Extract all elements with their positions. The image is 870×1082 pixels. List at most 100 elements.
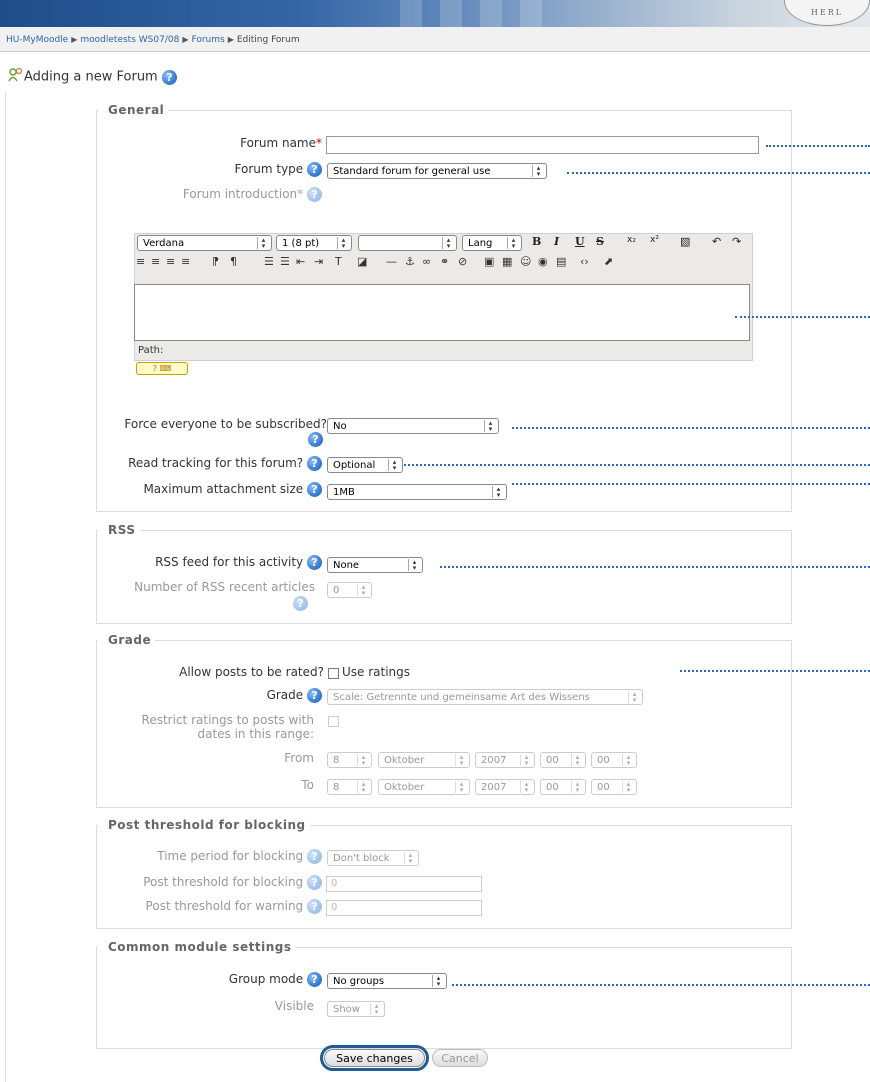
- legend-rss: RSS: [98, 523, 140, 537]
- editor-tool-icon[interactable]: ☰: [280, 255, 290, 268]
- to-minute-select[interactable]: 00 ▴ ▾: [591, 779, 637, 795]
- help-icon[interactable]: ?: [307, 849, 322, 864]
- editor-style-select[interactable]: ▴ ▾: [358, 235, 457, 251]
- warning-threshold-input[interactable]: 0: [326, 900, 482, 916]
- legend-common: Common module settings: [98, 940, 296, 954]
- help-icon[interactable]: ?: [307, 899, 322, 914]
- underline-button[interactable]: U: [575, 235, 585, 248]
- editor-tool-icon[interactable]: ⬈: [604, 255, 613, 268]
- help-icon[interactable]: ?: [307, 162, 322, 177]
- editor-tool-icon[interactable]: ≡: [136, 255, 145, 268]
- from-year-select[interactable]: 2007 ▴ ▾: [475, 752, 535, 768]
- redo-icon[interactable]: ↷: [732, 235, 741, 248]
- editor-tool-icon[interactable]: ▣: [484, 255, 494, 268]
- subscript-button[interactable]: x₂: [627, 235, 636, 245]
- help-icon[interactable]: ?: [307, 482, 322, 497]
- editor-tool-icon[interactable]: ☺: [520, 255, 531, 268]
- from-hour-select[interactable]: 00 ▴ ▾: [540, 752, 586, 768]
- italic-button[interactable]: I: [554, 235, 559, 248]
- max-attachment-label: Maximum attachment size ?: [143, 482, 322, 497]
- editor-tool-icon[interactable]: ⊘: [458, 255, 467, 268]
- save-changes-button[interactable]: Save changes: [320, 1045, 429, 1071]
- editor-tool-icon[interactable]: ▦: [502, 255, 512, 268]
- editor-tool-icon[interactable]: ⚓: [405, 255, 415, 268]
- forum-name-input[interactable]: [326, 136, 759, 154]
- editor-tool-icon[interactable]: ≡: [151, 255, 160, 268]
- breadcrumb-current: Editing Forum: [236, 35, 300, 45]
- to-year-select[interactable]: 2007 ▴ ▾: [475, 779, 535, 795]
- to-hour-select[interactable]: 00 ▴ ▾: [540, 779, 586, 795]
- visible-label: Visible: [274, 999, 314, 1013]
- to-label: To: [301, 778, 314, 792]
- editor-tool-icon[interactable]: ∞: [422, 255, 431, 268]
- help-icon[interactable]: ?: [308, 432, 323, 447]
- editor-lang-select[interactable]: Lang ▴ ▾: [462, 235, 522, 251]
- editor-size-select[interactable]: 1 (8 pt) ▴ ▾: [276, 235, 352, 251]
- editor-tool-icon[interactable]: ◪: [357, 255, 367, 268]
- cancel-button[interactable]: Cancel: [432, 1049, 488, 1067]
- warning-threshold-label: Post threshold for warning ?: [146, 899, 322, 914]
- from-label: From: [284, 751, 314, 765]
- editor-tool-icon[interactable]: ⇤: [296, 255, 305, 268]
- editor-tool-icon[interactable]: ¶: [230, 255, 237, 268]
- clean-word-icon[interactable]: ▧: [680, 235, 690, 248]
- editor-content-area[interactable]: [134, 284, 750, 341]
- annotation-leader: [567, 172, 870, 174]
- to-month-select[interactable]: Oktober ▴ ▾: [378, 779, 470, 795]
- bold-button[interactable]: B: [532, 235, 541, 248]
- breadcrumb-course-link[interactable]: moodletests WS07/08: [80, 35, 179, 45]
- banner-decoration: [400, 0, 422, 27]
- blocking-threshold-input[interactable]: 0: [326, 876, 482, 892]
- editor-tool-icon[interactable]: ≡: [166, 255, 175, 268]
- blocking-period-select[interactable]: Don't block ▴ ▾: [327, 850, 419, 866]
- editor-tool-icon[interactable]: ◉: [538, 255, 548, 268]
- legend-general: General: [98, 103, 169, 117]
- use-ratings-checkbox[interactable]: [328, 668, 339, 679]
- to-day-select[interactable]: 8 ▴ ▾: [327, 779, 372, 795]
- editor-tool-icon[interactable]: ⁋: [212, 255, 219, 268]
- from-minute-select[interactable]: 00 ▴ ▾: [591, 752, 637, 768]
- read-tracking-select[interactable]: Optional ▴ ▾: [327, 457, 403, 473]
- help-icon[interactable]: ?: [307, 972, 322, 987]
- strikethrough-button[interactable]: S: [596, 235, 604, 248]
- editor-tool-icon[interactable]: ⚭: [440, 255, 449, 268]
- restrict-ratings-checkbox[interactable]: [328, 716, 339, 727]
- breadcrumb-home-link[interactable]: HU-MyMoodle: [6, 35, 68, 45]
- undo-icon[interactable]: ↶: [712, 235, 721, 248]
- editor-tool-icon[interactable]: ≡: [181, 255, 190, 268]
- superscript-button[interactable]: x²: [650, 235, 659, 245]
- forum-type-select[interactable]: Standard forum for general use ▴ ▾: [327, 163, 547, 179]
- help-icon[interactable]: ?: [293, 596, 308, 611]
- from-day-select[interactable]: 8 ▴ ▾: [327, 752, 372, 768]
- help-icon[interactable]: ?: [307, 456, 322, 471]
- editor-font-select[interactable]: Verdana ▴ ▾: [137, 235, 272, 251]
- forum-name-label: Forum name*: [240, 136, 322, 150]
- help-icon[interactable]: ?: [307, 555, 322, 570]
- subscribe-select[interactable]: No ▴ ▾: [327, 418, 499, 434]
- keyboard-help-icon[interactable]: ? ⌨: [136, 362, 188, 375]
- editor-tool-icon[interactable]: —: [386, 255, 397, 268]
- editor-tool-icon[interactable]: ▤: [556, 255, 566, 268]
- rss-feed-label: RSS feed for this activity ?: [155, 555, 322, 570]
- editor-tool-icon[interactable]: ☰: [264, 255, 274, 268]
- breadcrumb-forums-link[interactable]: Forums: [191, 35, 224, 45]
- from-month-select[interactable]: Oktober ▴ ▾: [378, 752, 470, 768]
- help-icon[interactable]: ?: [307, 187, 322, 202]
- help-icon[interactable]: ?: [307, 875, 322, 890]
- max-attachment-select[interactable]: 1MB ▴ ▾: [327, 484, 507, 500]
- editor-tool-icon[interactable]: ‹›: [580, 255, 589, 268]
- rss-articles-select[interactable]: 0 ▴ ▾: [327, 582, 372, 598]
- annotation-leader: [735, 316, 870, 318]
- editor-tool-icon[interactable]: ⇥: [314, 255, 323, 268]
- grade-select[interactable]: Scale: Getrennte und gemeinsame Art des …: [327, 689, 643, 705]
- banner-decoration: [520, 0, 542, 27]
- rss-feed-select[interactable]: None ▴ ▾: [327, 557, 423, 573]
- visible-select[interactable]: Show ▴ ▾: [327, 1001, 385, 1017]
- page-title: Adding a new Forum: [24, 69, 158, 85]
- help-icon[interactable]: ?: [161, 69, 177, 85]
- group-mode-select[interactable]: No groups ▴ ▾: [327, 973, 447, 989]
- help-icon[interactable]: ?: [307, 688, 322, 703]
- read-tracking-label: Read tracking for this forum? ?: [128, 456, 322, 471]
- fieldset-common: [96, 947, 792, 1049]
- editor-tool-icon[interactable]: T: [335, 255, 342, 268]
